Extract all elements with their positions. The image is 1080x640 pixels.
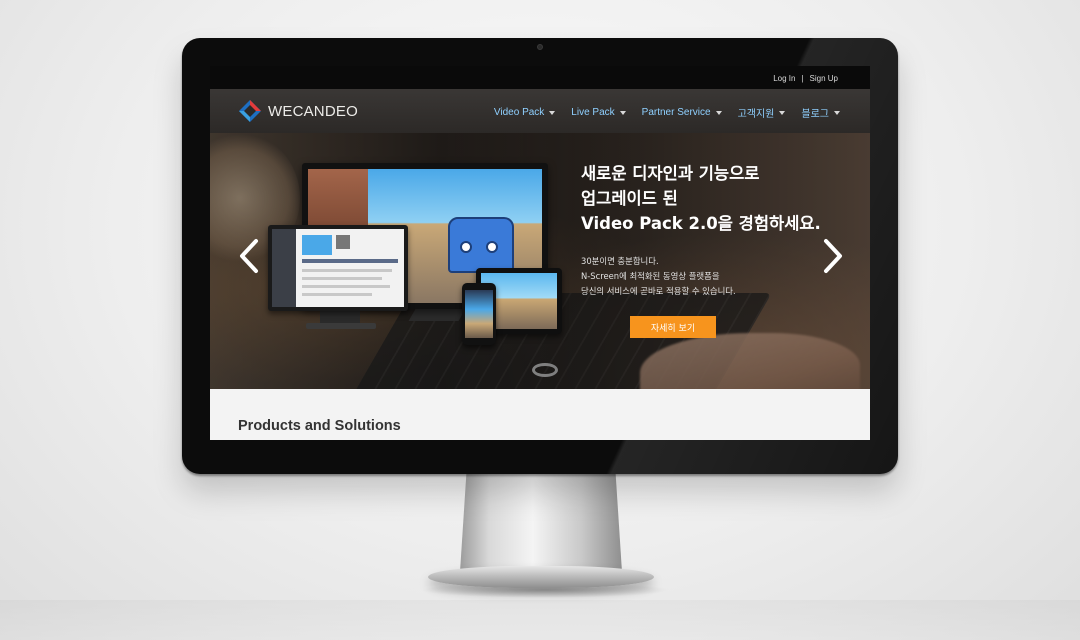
hero-description-line: N-Screen에 최적화된 동영상 플랫폼을	[581, 271, 720, 281]
slider-prev-button[interactable]	[236, 237, 262, 275]
nav-item-label: Live Pack	[571, 107, 615, 118]
auth-links: Log In | Sign Up	[773, 74, 838, 83]
caret-down-icon	[619, 110, 626, 115]
products-heading: Products and Solutions	[238, 418, 401, 434]
products-section: Products and Solutions	[210, 389, 870, 440]
nav-item-video-pack[interactable]: Video Pack	[493, 105, 556, 120]
dashboard-line	[302, 277, 382, 280]
dashboard-sidebar	[272, 229, 296, 307]
hero-headline-line: 업그레이드 된	[581, 189, 678, 208]
hero-headline: 새로운 디자인과 기능으로 업그레이드 된 Video Pack 2.0을 경험…	[581, 161, 821, 236]
nav-item-partner-service[interactable]: Partner Service	[642, 105, 722, 120]
caret-down-icon	[549, 110, 556, 115]
chevron-right-icon	[824, 239, 842, 273]
nav-item-label: Partner Service	[641, 107, 711, 118]
phone-device-image	[462, 283, 496, 345]
slider-next-button[interactable]	[820, 237, 846, 275]
camera-icon	[537, 44, 543, 50]
top-utility-bar: Log In | Sign Up	[210, 66, 870, 89]
nav-item-label: 고객지원	[737, 109, 775, 120]
nav-item-customer-support[interactable]: 고객지원	[738, 105, 786, 120]
hero-slider: 새로운 디자인과 기능으로 업그레이드 된 Video Pack 2.0을 경험…	[210, 133, 870, 389]
brand-logo[interactable]: WECANDEO	[238, 99, 358, 123]
monitor-device-image	[268, 225, 408, 311]
hero-description-line: 당신의 서비스에 곧바로 적용할 수 있습니다.	[581, 286, 736, 296]
dashboard-line	[302, 285, 390, 288]
phone-screen	[465, 290, 493, 338]
nav-item-label: Video Pack	[493, 107, 545, 118]
brand-name: WECANDEO	[268, 102, 358, 120]
diamond-logo-icon	[239, 100, 261, 122]
hero-description: 30분이면 충분합니다. N-Screen에 최적화된 동영상 플랫폼을 당신의…	[581, 254, 736, 299]
caret-down-icon	[779, 110, 786, 115]
nav-item-label: 블로그	[801, 109, 829, 120]
bus-eye	[486, 241, 498, 253]
hero-headline-line: 새로운 디자인과 기능으로	[581, 164, 760, 183]
chevron-left-icon	[240, 239, 258, 273]
dashboard-thumbnail	[302, 235, 332, 255]
floor-reflection	[0, 600, 1080, 640]
dashboard-line	[302, 269, 392, 272]
auth-separator: |	[801, 74, 804, 83]
login-link[interactable]: Log In	[773, 74, 795, 83]
dashboard-line	[302, 293, 372, 296]
bus-eye	[460, 241, 472, 253]
tv-stand	[408, 309, 466, 321]
dashboard-header-bar	[302, 259, 398, 263]
hero-description-line: 30분이면 충분합니다.	[581, 256, 659, 266]
nav-item-blog[interactable]: 블로그	[801, 105, 840, 120]
main-menu: Video Pack Live Pack Partner Service 고객지…	[494, 105, 840, 120]
monitor-stand	[460, 472, 622, 572]
admin-dashboard-screen	[272, 229, 404, 307]
hero-headline-line: Video Pack 2.0을 경험하세요.	[581, 214, 821, 233]
website-screen: Log In | Sign Up WECANDEO Video Pack Liv…	[210, 66, 870, 440]
laptop-foot	[306, 323, 376, 329]
caret-down-icon	[834, 110, 840, 115]
signup-link[interactable]: Sign Up	[810, 74, 838, 83]
bus-character-illustration	[448, 217, 514, 273]
main-navbar: WECANDEO Video Pack Live Pack Partner Se…	[210, 89, 870, 133]
caret-down-icon	[715, 110, 722, 115]
nav-item-live-pack[interactable]: Live Pack	[571, 105, 626, 120]
monitor-base	[428, 566, 654, 588]
learn-more-button[interactable]: 자세히 보기	[630, 316, 716, 338]
qr-code-icon	[336, 235, 350, 249]
